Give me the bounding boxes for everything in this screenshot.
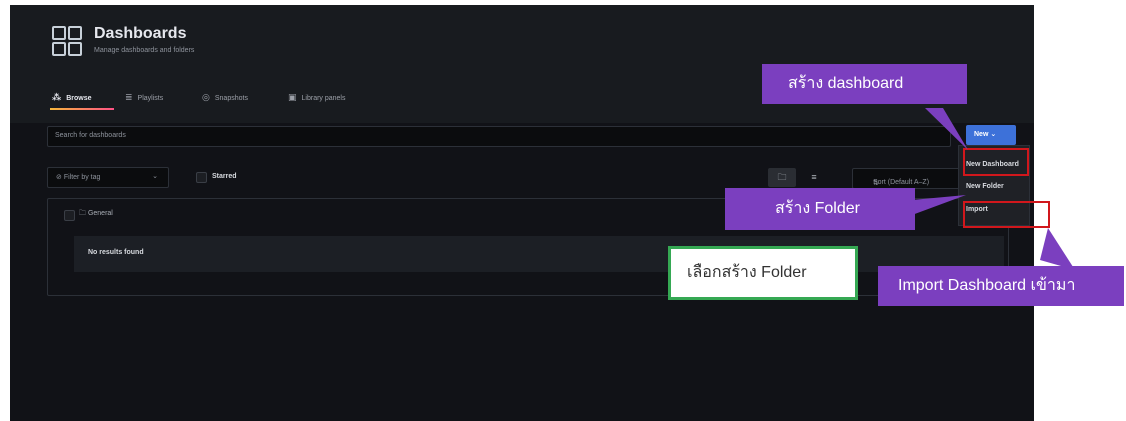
annotation-create-dashboard: สร้าง dashboard — [762, 64, 967, 104]
annotation-create-folder: สร้าง Folder — [725, 188, 915, 230]
pointer-import — [1040, 228, 1075, 270]
pointer-create-dashboard — [925, 108, 968, 150]
annotation-choose-create-folder: เลือกสร้าง Folder — [668, 246, 858, 300]
pointer-create-folder — [912, 195, 966, 215]
annotation-import-dashboard: Import Dashboard เข้ามา — [878, 266, 1124, 306]
